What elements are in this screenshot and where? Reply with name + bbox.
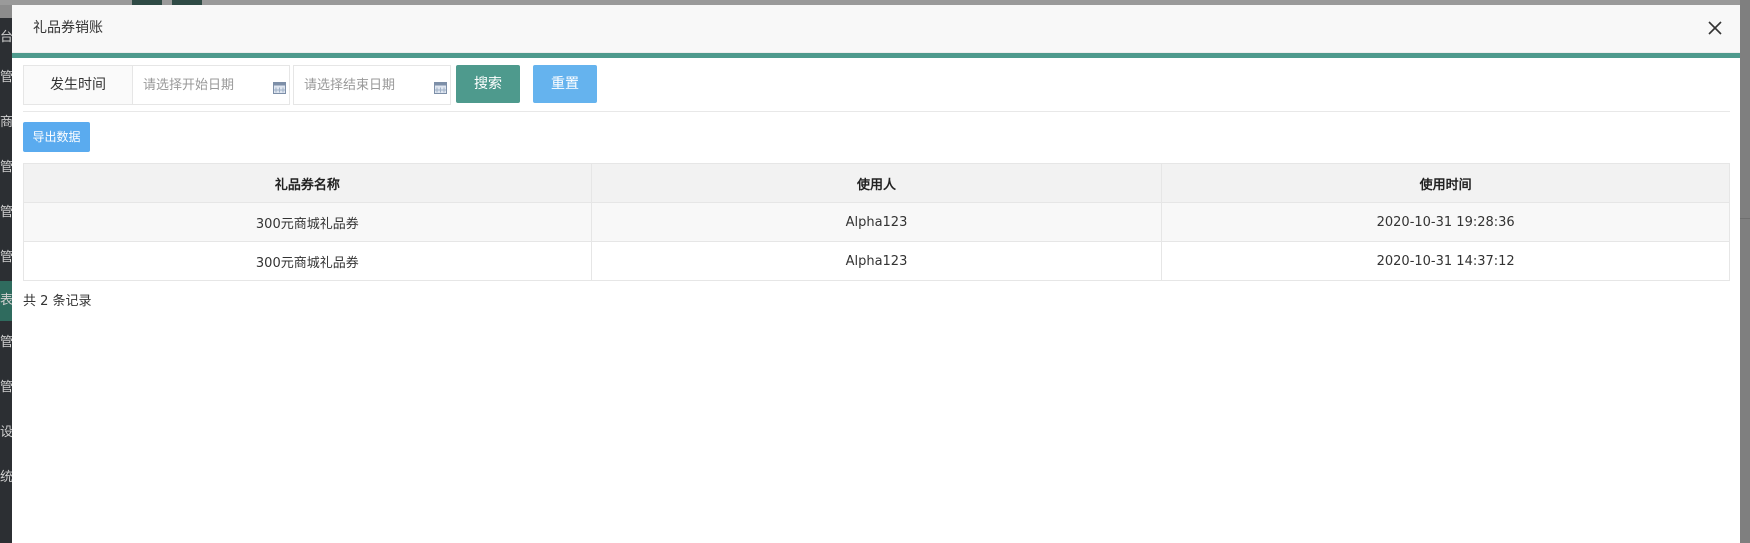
column-header-user[interactable]: 使用人 — [590, 163, 1163, 203]
record-count: 共 2 条记录 — [23, 294, 92, 309]
background-right-panel — [1740, 0, 1750, 543]
end-date-input[interactable] — [294, 66, 450, 104]
dialog-header: 礼品券销账 — [12, 5, 1740, 53]
start-date-input[interactable] — [133, 66, 289, 104]
dialog-title: 礼品券销账 — [33, 20, 103, 36]
user-cell: Alpha123 — [590, 202, 1163, 242]
dialog-accent-bar — [12, 53, 1740, 58]
voucher-name-cell: 300元商城礼品券 — [23, 241, 592, 281]
column-header-voucher-name[interactable]: 礼品券名称 — [23, 163, 592, 203]
table-header-row: 礼品券名称 使用人 使用时间 — [23, 163, 1730, 203]
voucher-name-cell: 300元商城礼品券 — [23, 202, 592, 242]
calendar-icon[interactable] — [434, 79, 447, 94]
table-row[interactable]: 300元商城礼品券 Alpha123 2020-10-31 19:28:36 — [23, 202, 1730, 242]
use-time-cell: 2020-10-31 14:37:12 — [1161, 241, 1730, 281]
reset-button[interactable]: 重置 — [533, 65, 597, 103]
start-date-field[interactable] — [132, 65, 290, 105]
use-time-cell: 2020-10-31 19:28:36 — [1161, 202, 1730, 242]
divider — [23, 111, 1730, 112]
search-button[interactable]: 搜索 — [456, 65, 520, 103]
calendar-icon[interactable] — [273, 79, 286, 94]
export-data-button[interactable]: 导出数据 — [23, 122, 90, 152]
user-cell: Alpha123 — [590, 241, 1163, 281]
end-date-field[interactable] — [293, 65, 451, 105]
gift-voucher-writeoff-dialog: 礼品券销账 发生时间 请选择开始日期 请选择结束日期 搜索 重置 导出数据 礼品… — [12, 5, 1740, 543]
divider — [1740, 218, 1750, 219]
filter-label: 发生时间 — [23, 65, 133, 105]
voucher-usage-table: 礼品券名称 使用人 使用时间 300元商城礼品券 Alpha123 2020-1… — [23, 163, 1730, 281]
close-icon[interactable] — [1704, 17, 1726, 39]
table-row[interactable]: 300元商城礼品券 Alpha123 2020-10-31 14:37:12 — [23, 241, 1730, 281]
column-header-use-time[interactable]: 使用时间 — [1161, 163, 1730, 203]
